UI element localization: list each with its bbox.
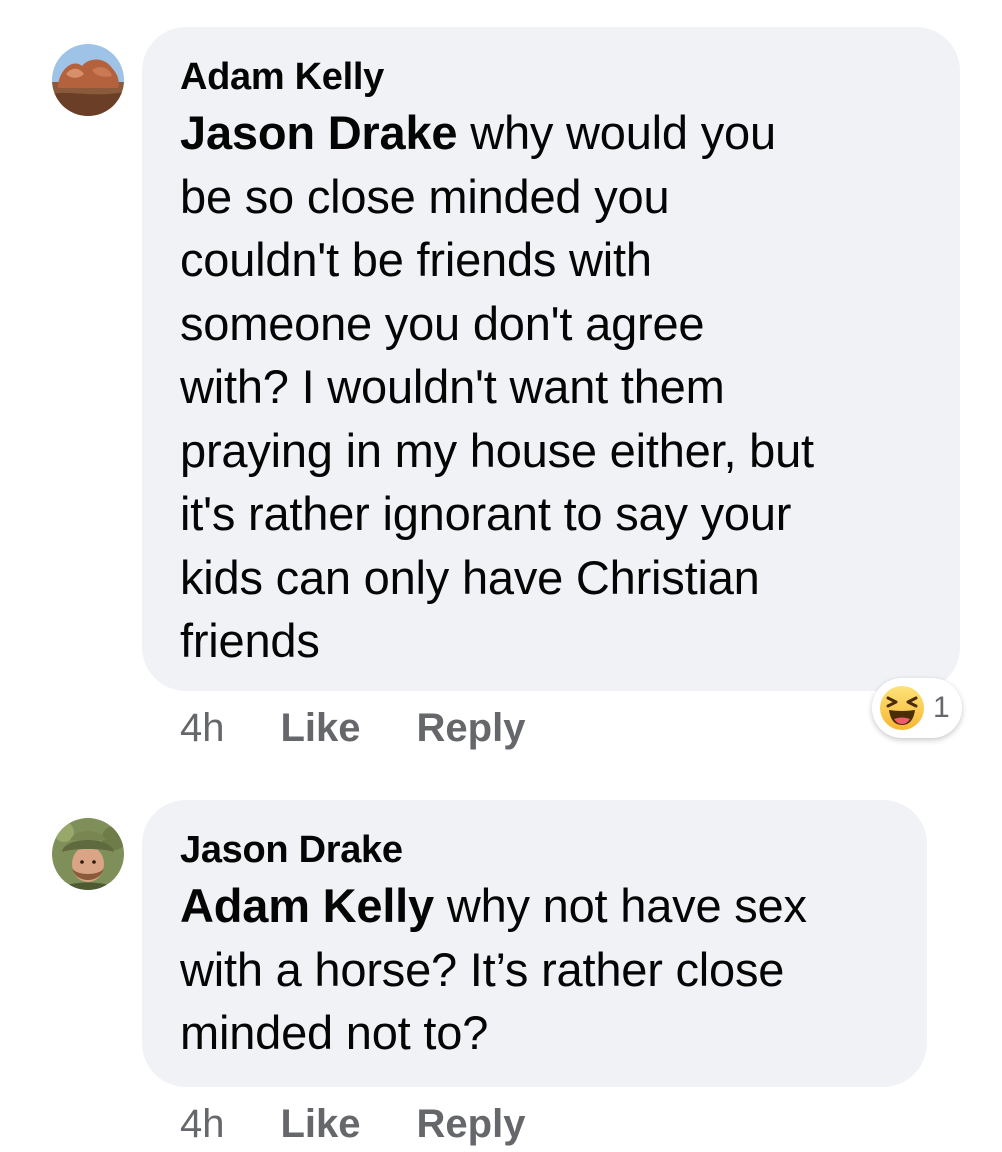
comment-bubble: Adam Kelly Jason Drake why would you be … bbox=[142, 27, 960, 691]
comment-text: Adam Kelly why not have sex with a horse… bbox=[180, 874, 889, 1065]
comment-text-line: with a horse? It’s rather close bbox=[180, 942, 785, 996]
comment-text-line: someone you don't agree bbox=[180, 296, 705, 350]
comment-timestamp[interactable]: 4h bbox=[180, 1100, 225, 1148]
like-button[interactable]: Like bbox=[281, 1100, 361, 1148]
comment-text-line: be so close minded you bbox=[180, 169, 670, 223]
comment-actions: 4h Like Reply bbox=[180, 704, 525, 752]
comment-text-line: with? I wouldn't want them bbox=[180, 360, 725, 413]
comment-bubble: Jason Drake Adam Kelly why not have sex … bbox=[142, 800, 927, 1087]
rock-landscape-avatar-icon bbox=[52, 44, 124, 116]
comment-actions: 4h Like Reply bbox=[180, 1100, 525, 1148]
comment-text-line: praying in my house either, but bbox=[180, 423, 814, 477]
mention-tag[interactable]: Adam Kelly bbox=[180, 879, 434, 932]
comment-text-line: friends bbox=[180, 614, 320, 667]
avatar-adam-kelly[interactable] bbox=[52, 44, 124, 116]
comment-author[interactable]: Adam Kelly bbox=[180, 55, 922, 99]
comment-author[interactable]: Jason Drake bbox=[180, 828, 889, 872]
comment-text-line: couldn't be friends with bbox=[180, 233, 652, 286]
comment-timestamp[interactable]: 4h bbox=[180, 704, 225, 752]
reaction-count: 1 bbox=[933, 691, 950, 724]
camo-hat-person-avatar-icon bbox=[52, 818, 124, 890]
like-button[interactable]: Like bbox=[281, 704, 361, 752]
mention-tag[interactable]: Jason Drake bbox=[180, 106, 458, 159]
reply-button[interactable]: Reply bbox=[417, 1100, 526, 1148]
reply-button[interactable]: Reply bbox=[417, 704, 526, 752]
comment-text: Jason Drake why would you be so close mi… bbox=[180, 101, 922, 673]
comment-text-line: minded not to? bbox=[180, 1006, 489, 1059]
comment-text-line: it's rather ignorant to say your bbox=[180, 487, 792, 540]
comment-text-line: why not have sex bbox=[433, 879, 807, 932]
haha-emoji-icon bbox=[877, 683, 927, 733]
comment-text-line: kids can only have Christian bbox=[180, 550, 760, 604]
comment-text-line: why would you bbox=[457, 106, 776, 159]
avatar-jason-drake[interactable] bbox=[52, 818, 124, 890]
reaction-badge[interactable]: 1 bbox=[872, 678, 962, 738]
